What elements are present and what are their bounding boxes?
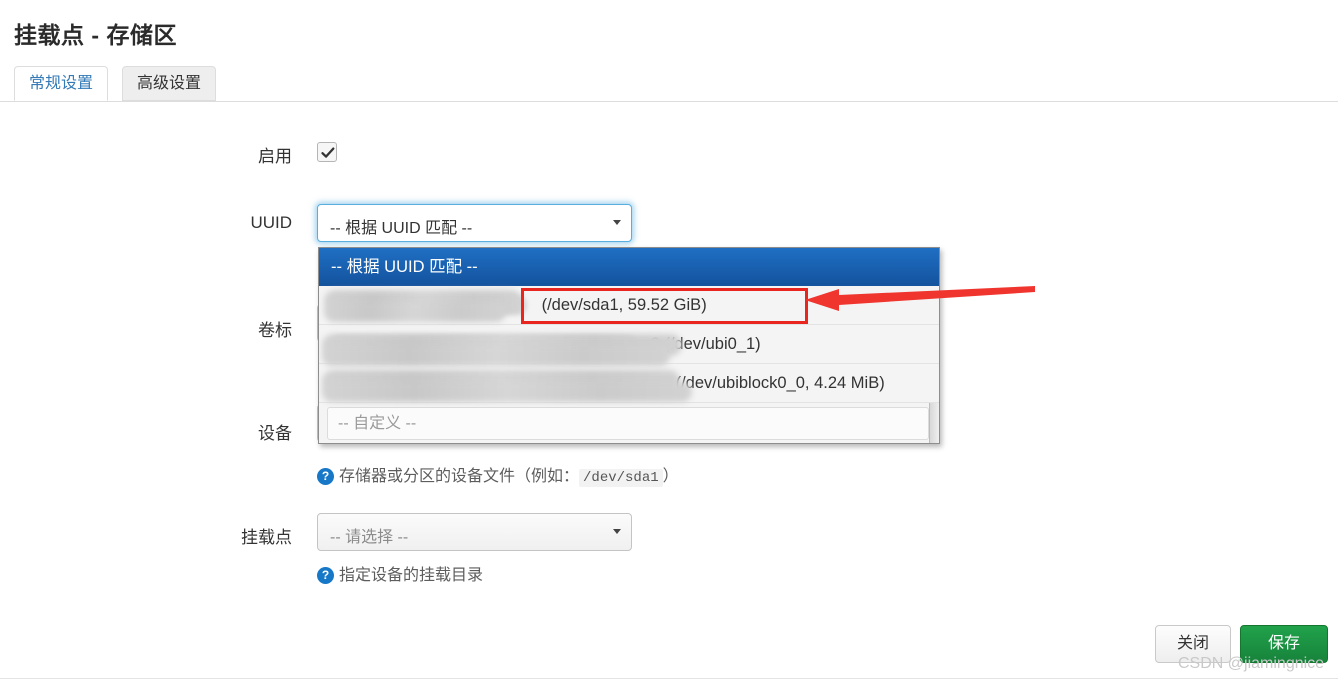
device-help-prefix: 存储器或分区的设备文件（例如： [339,468,580,485]
redacted-text [331,335,636,355]
dropdown-option-custom[interactable]: -- 自定义 -- [327,407,929,440]
mount-point-select[interactable]: -- 请选择 -- [317,513,632,551]
device-help-code: /dev/sda1 [579,469,663,487]
uuid-label: UUID [250,213,292,232]
device-help-text: ? 存储器或分区的设备文件（例如：/dev/sda1） [317,462,679,487]
tab-advanced-settings[interactable]: 高级设置 [122,66,217,101]
dropdown-option-label: -- 自定义 -- [338,415,417,432]
dropdown-option-label: (/dev/sda1, 59.52 GiB) [541,296,707,315]
chevron-down-icon [613,529,621,534]
help-icon[interactable]: ? [317,468,334,485]
redacted-text [331,374,661,394]
dropdown-option-sda1[interactable]: (/dev/sda1, 59.52 GiB) [319,286,939,325]
dropdown-option-label: (/dev/ubiblock0_0, 4.24 MiB) [675,374,885,393]
device-help-suffix: ） [662,468,679,485]
tab-bar: 常规设置 高级设置 [0,66,1338,102]
check-icon [321,147,335,158]
dropdown-option-ubiblock0-0[interactable]: (/dev/ubiblock0_0, 4.24 MiB) [319,364,939,403]
uuid-dropdown-list[interactable]: -- 根据 UUID 匹配 -- (/dev/sda1, 59.52 GiB) … [318,247,940,444]
tab-general-settings-label: 常规设置 [29,75,94,92]
dropdown-option-label: -- 根据 UUID 匹配 -- [331,258,478,276]
save-button-label: 保存 [1267,635,1300,652]
mount-point-label: 挂载点 [241,528,292,547]
enable-checkbox[interactable] [317,142,337,162]
dropdown-option-ubi0-1[interactable]: 3 (/dev/ubi0_1) [319,325,939,364]
tab-advanced-settings-label: 高级设置 [137,75,202,92]
dropdown-option-label: 3 (/dev/ubi0_1) [650,335,761,354]
tab-general-settings[interactable]: 常规设置 [14,66,109,101]
uuid-select-value: -- 根据 UUID 匹配 -- [330,220,473,237]
dropdown-option-match-by-uuid[interactable]: -- 根据 UUID 匹配 -- [319,248,939,286]
redacted-text [331,296,527,316]
footer-divider [0,678,1338,679]
mount-point-help-label: 指定设备的挂载目录 [339,567,484,584]
mount-point-select-value: -- 请选择 -- [330,529,409,546]
page-title: 挂载点 - 存储区 [14,22,177,48]
mount-point-help-text: ? 指定设备的挂载目录 [317,561,483,585]
chevron-down-icon [613,220,621,225]
watermark: CSDN @jiamingnice [1178,655,1325,672]
device-label: 设备 [258,424,292,443]
enable-label: 启用 [258,147,292,166]
volume-label-label: 卷标 [258,321,292,340]
uuid-select[interactable]: -- 根据 UUID 匹配 -- [317,204,632,242]
close-button-label: 关闭 [1176,635,1209,652]
help-icon[interactable]: ? [317,567,334,584]
